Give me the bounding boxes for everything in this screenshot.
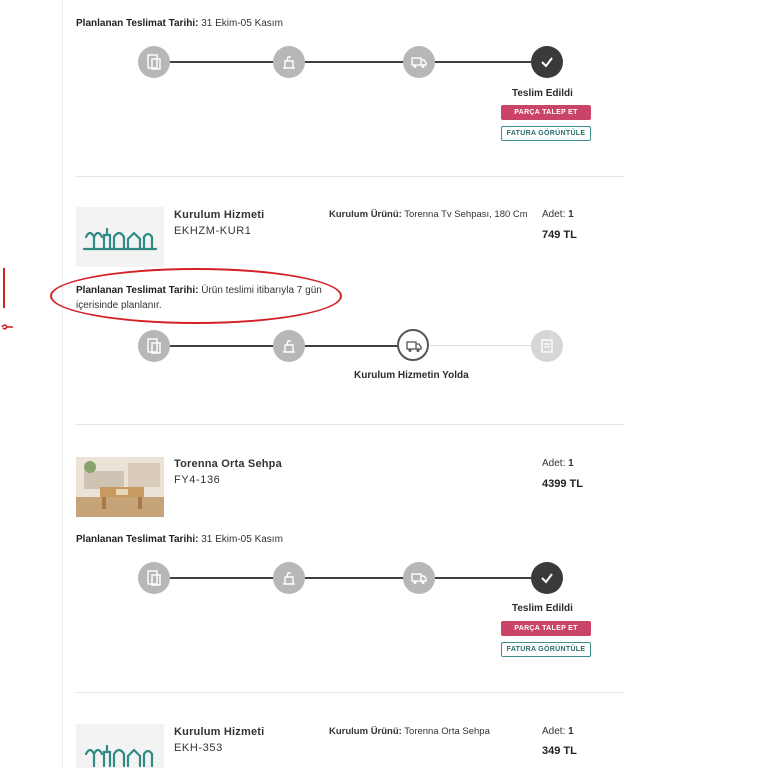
price: 4399 TL (542, 478, 583, 490)
installation-service-logo (82, 227, 158, 251)
order-box-icon (147, 338, 161, 354)
status-label: Teslim Edildi (512, 88, 573, 99)
check-icon (541, 573, 553, 584)
progress-line (304, 345, 398, 347)
divider (75, 692, 625, 693)
step-delivered (531, 46, 563, 78)
step-assembly (273, 562, 305, 594)
assembly-icon (283, 340, 295, 353)
step-completed-pending (531, 330, 563, 362)
check-icon (541, 57, 553, 68)
assembly-icon (283, 56, 295, 69)
progress-line (170, 345, 274, 347)
installation-product: Kurulum Ürünü: Torenna Orta Sehpa (329, 726, 490, 737)
view-invoice-button[interactable]: FATURA GÖRÜNTÜLE (501, 642, 591, 657)
quantity: Adet: 1 (542, 458, 574, 469)
order-box-icon (147, 54, 161, 70)
progress-line (434, 577, 532, 579)
service-thumbnail[interactable] (76, 724, 164, 768)
step-order-received (138, 562, 170, 594)
request-part-button[interactable]: PARÇA TALEP ET (501, 105, 591, 120)
product-name[interactable]: Torenna Orta Sehpa (174, 458, 282, 470)
installation-service-logo (84, 744, 154, 768)
divider (75, 424, 625, 425)
highlight-annotation-ellipse (50, 268, 342, 324)
step-assembly (273, 330, 305, 362)
planned-delivery-date: Planlanan Teslimat Tarihi: 31 Ekim-05 Ka… (76, 534, 283, 545)
step-shipping-active (397, 329, 429, 361)
delivery-truck-icon (411, 57, 427, 68)
installation-product: Kurulum Ürünü: Torenna Tv Sehpası, 180 C… (329, 209, 528, 220)
delivery-truck-icon (406, 341, 422, 352)
product-thumbnail[interactable] (76, 457, 164, 517)
order-box-icon (147, 570, 161, 586)
step-order-received (138, 46, 170, 78)
step-delivered (531, 562, 563, 594)
progress-line (434, 61, 532, 63)
progress-line (170, 577, 274, 579)
product-code: EKH-353 (174, 742, 223, 754)
status-label: Teslim Edildi (512, 603, 573, 614)
request-part-button[interactable]: PARÇA TALEP ET (501, 621, 591, 636)
coffee-table-photo (76, 457, 164, 517)
product-code: EKHZM-KUR1 (174, 225, 252, 237)
progress-line (170, 61, 274, 63)
content-panel-border (62, 0, 63, 768)
progress-line-pending (430, 345, 532, 346)
service-thumbnail[interactable] (76, 207, 164, 267)
price: 349 TL (542, 745, 577, 757)
divider (75, 176, 625, 177)
product-name[interactable]: Kurulum Hizmeti (174, 726, 264, 738)
status-label: Kurulum Hizmetin Yolda (354, 370, 469, 381)
quantity: Adet: 1 (542, 209, 574, 220)
view-invoice-button[interactable]: FATURA GÖRÜNTÜLE (501, 126, 591, 141)
assembly-icon (283, 572, 295, 585)
product-code: FY4-136 (174, 474, 221, 486)
step-assembly (273, 46, 305, 78)
step-order-received (138, 330, 170, 362)
annotation-scribble-icon (1, 324, 13, 330)
step-shipping (403, 562, 435, 594)
step-shipping (403, 46, 435, 78)
delivery-truck-icon (411, 573, 427, 584)
progress-line (304, 61, 404, 63)
product-name[interactable]: Kurulum Hizmeti (174, 209, 264, 221)
price: 749 TL (542, 229, 577, 241)
document-icon (541, 339, 553, 353)
quantity: Adet: 1 (542, 726, 574, 737)
highlight-annotation-bar (3, 268, 5, 308)
planned-delivery-date: Planlanan Teslimat Tarihi: 31 Ekim-05 Ka… (76, 18, 283, 29)
progress-line (304, 577, 404, 579)
